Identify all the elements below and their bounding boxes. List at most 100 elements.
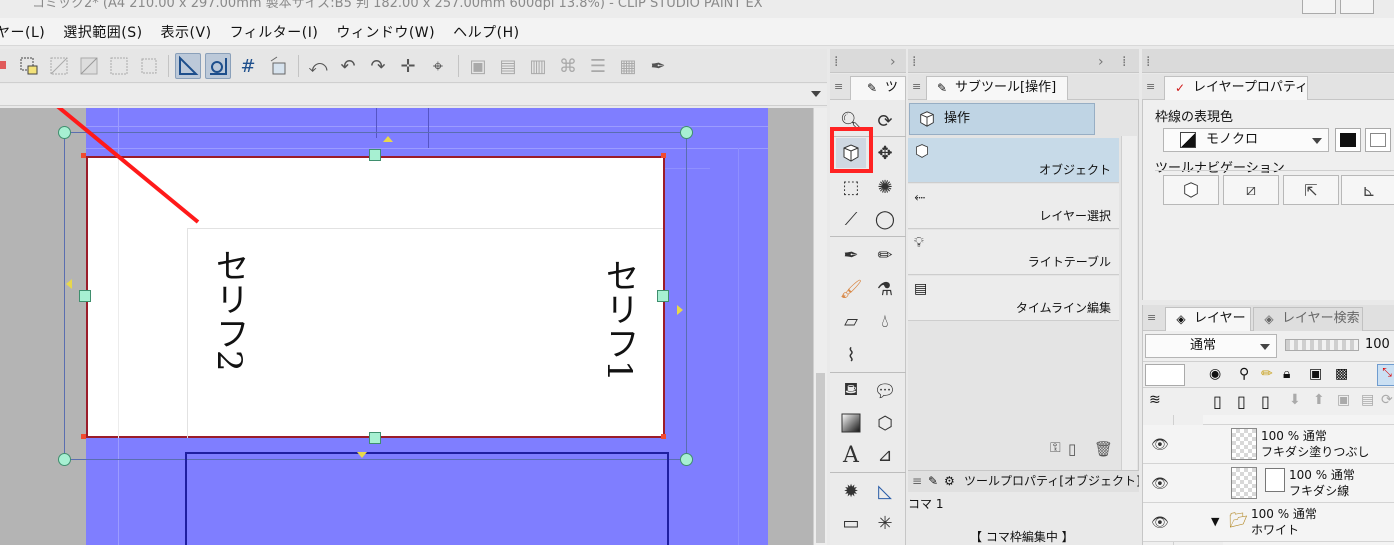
layer-transform-icon[interactable] — [265, 53, 291, 79]
nav-frame-button[interactable]: ⧄ — [1223, 175, 1279, 205]
subtool-item-object[interactable]: オブジェクト — [908, 138, 1119, 183]
move-icon[interactable]: ✛ — [395, 53, 421, 79]
comic-panel-lower[interactable] — [185, 452, 669, 545]
edge-handle[interactable] — [79, 290, 91, 302]
subtool-group-operation[interactable]: 操作 — [909, 103, 1095, 135]
menu-selection[interactable]: 選択範囲(S) — [54, 22, 151, 42]
delete-icon[interactable]: 🗑︎ — [1094, 440, 1113, 458]
magic-wand-icon[interactable]: ✺ — [870, 172, 900, 202]
subtool-item-light-table[interactable]: 💡︎ ライトテーブル — [908, 230, 1119, 275]
transform-icon[interactable]: ⤺ — [305, 53, 331, 79]
new-folder-icon[interactable]: ▯ — [1261, 392, 1270, 411]
window-icon[interactable]: ▦ — [615, 53, 641, 79]
chevron-down-icon[interactable] — [811, 91, 821, 97]
corner-point[interactable] — [661, 153, 666, 158]
clear-selection-icon[interactable] — [76, 53, 102, 79]
menu-icon[interactable]: ≡ — [1147, 311, 1156, 324]
brush-icon[interactable]: 🖌︎ — [836, 274, 866, 304]
snap-to-special-ruler-icon[interactable] — [205, 53, 231, 79]
chevron-right-icon[interactable]: › — [890, 54, 896, 70]
tab-layer-property[interactable]: ✓ レイヤープロパティ — [1164, 76, 1308, 100]
tab-tool[interactable]: ✎ ツ — [850, 76, 906, 100]
mask-icon[interactable]: ◉ — [1209, 366, 1221, 382]
lock-icon[interactable]: ⚿ — [1050, 440, 1061, 456]
tab-layer[interactable]: ◈ レイヤー — [1165, 307, 1251, 331]
color-select[interactable] — [1145, 364, 1185, 386]
tool-property-header[interactable]: ≡ ✎ ⚙ ツールプロパティ[オブジェクト] — [908, 470, 1139, 492]
nav-object-button[interactable] — [1163, 175, 1219, 205]
text-tool-icon[interactable]: A — [836, 440, 866, 470]
undo-icon[interactable]: ↶ — [335, 53, 361, 79]
triangle-left-icon[interactable] — [66, 279, 72, 289]
tab-subtool[interactable]: ✎ サブツール[操作] — [926, 76, 1068, 100]
triangle-right-icon[interactable] — [677, 305, 683, 315]
delete-icon[interactable]: ⟳ — [1381, 392, 1393, 408]
dock-strip-layer-property[interactable]: ⁞ — [1142, 49, 1394, 73]
subtool-item-timeline[interactable]: ▤ タイムライン編集 — [908, 276, 1119, 321]
edge-handle[interactable] — [369, 432, 381, 444]
menu-help[interactable]: ヘルプ(H) — [444, 22, 528, 42]
reference-icon[interactable]: ▩ — [1335, 366, 1348, 382]
move-layer-icon[interactable]: ✥ — [870, 138, 900, 168]
invert-selection-icon[interactable] — [106, 53, 132, 79]
subtool-scrollbar[interactable] — [1121, 136, 1137, 470]
lasso-icon[interactable]: ◯ — [870, 204, 900, 234]
transform-handle[interactable] — [680, 126, 693, 139]
menu-layer[interactable]: ヤー(L) — [0, 22, 54, 42]
chevron-right-icon[interactable]: › — [1098, 54, 1104, 70]
menu-icon[interactable]: ≡ — [834, 80, 843, 93]
ruler-icon[interactable]: ⊿ — [870, 440, 900, 470]
minimize-button[interactable] — [1302, 0, 1336, 14]
menu-icon[interactable]: ≡ — [912, 80, 921, 93]
corner-point[interactable] — [81, 434, 86, 439]
rotate-icon[interactable]: ⟳ — [870, 106, 900, 136]
layer-row-balloon-fill[interactable]: 👁︎ 100 % 通常 フキダシ塗りつぶし — [1143, 425, 1394, 464]
frame-tool-icon[interactable]: ◺ — [870, 476, 900, 506]
dock-strip-tool[interactable]: ⁞ › — [830, 49, 906, 73]
transform-handle[interactable] — [680, 453, 693, 466]
white-swatch[interactable] — [1365, 128, 1391, 152]
menu-view[interactable]: 表示(V) — [152, 22, 221, 42]
eye-icon[interactable]: 👁︎ — [1151, 515, 1169, 531]
frame-border-icon[interactable]: ▭ — [836, 508, 866, 538]
balloon-text-serif-1[interactable]: セリフ1 — [599, 258, 639, 382]
layer-row-balloon-line[interactable]: 👁︎ 100 % 通常 フキダシ線 — [1143, 464, 1394, 503]
pencil-icon[interactable]: ✏ — [870, 240, 900, 270]
nav-ruler-button[interactable]: ⊾ — [1341, 175, 1394, 205]
eraser-icon[interactable]: ▱ — [836, 306, 866, 336]
mask-add-icon[interactable]: ▣ — [1337, 392, 1350, 408]
border-icon[interactable]: ⌘ — [555, 53, 581, 79]
blend-icon[interactable]: 💧︎ — [870, 306, 900, 336]
eye-icon[interactable]: 👁︎ — [1151, 476, 1169, 492]
maximize-button[interactable] — [1340, 0, 1374, 14]
panel-icon[interactable]: ▤ — [495, 53, 521, 79]
triangle-down-icon[interactable] — [357, 452, 367, 458]
fill-brush-icon[interactable]: ⌇ — [836, 340, 866, 370]
black-swatch[interactable] — [1335, 128, 1361, 152]
list-icon[interactable]: ☰ — [585, 53, 611, 79]
transform-handle[interactable] — [58, 453, 71, 466]
balloon-text-serif-2[interactable]: セリフ2 — [209, 248, 249, 372]
balloon-icon[interactable]: 💬︎ — [870, 376, 900, 406]
subtool-item-layer-select[interactable]: ⬸ レイヤー選択 — [908, 184, 1119, 229]
redo-icon[interactable]: ↷ — [365, 53, 391, 79]
eyedropper-icon[interactable]: ⟋ — [836, 204, 866, 234]
select-rect-icon[interactable]: ⬚ — [836, 172, 866, 202]
transfer-down-icon[interactable]: ⬇ — [1289, 392, 1301, 408]
layer-icon[interactable]: ▣ — [1309, 366, 1322, 382]
deselect-icon[interactable] — [46, 53, 72, 79]
eye-icon[interactable]: 👁︎ — [1151, 437, 1169, 453]
fill-icon[interactable]: ▣ — [465, 53, 491, 79]
chevron-down-icon[interactable]: ▼ — [1211, 515, 1219, 528]
layer-row-white-folder[interactable]: 👁︎ ▼ 📂︎ 100 % 通常 ホワイト — [1143, 503, 1394, 542]
new-vector-layer-icon[interactable]: ▯ — [1237, 392, 1246, 411]
effect-icon[interactable]: ✳ — [870, 508, 900, 538]
frame-icon[interactable]: ▥ — [525, 53, 551, 79]
color-mode-select[interactable]: モノクロ — [1163, 128, 1329, 152]
new-raster-layer-icon[interactable]: ▯ — [1213, 392, 1222, 411]
menu-filter[interactable]: フィルター(I) — [221, 22, 328, 42]
target-icon[interactable]: ⌖ — [425, 53, 451, 79]
merge-icon[interactable]: ⬆ — [1313, 392, 1325, 408]
lock-icon[interactable]: 🔒︎ — [1283, 366, 1290, 382]
select-layer-icon[interactable] — [16, 53, 42, 79]
